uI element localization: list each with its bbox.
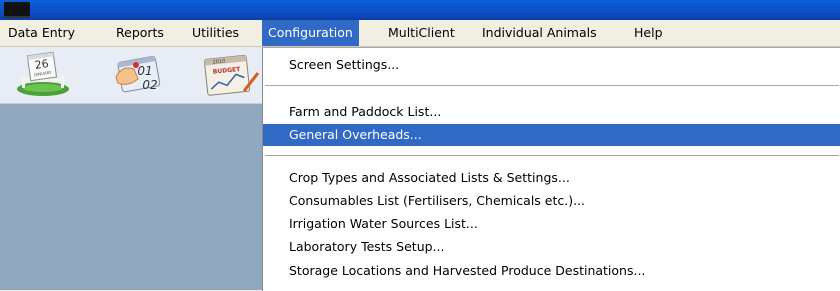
- svg-text:02: 02: [142, 78, 157, 92]
- menu-item-consumables-list[interactable]: Consumables List (Fertilisers, Chemicals…: [263, 190, 840, 212]
- menu-item-irrigation-water-sources[interactable]: Irrigation Water Sources List...: [263, 213, 840, 235]
- menu-reports[interactable]: Reports: [110, 20, 170, 46]
- title-bar: [0, 0, 840, 20]
- menu-multiclient[interactable]: MultiClient: [382, 20, 461, 46]
- budget-button[interactable]: 2010 BUDGET: [200, 51, 262, 99]
- app-icon: [4, 2, 30, 18]
- date-range-button[interactable]: 01 02: [108, 51, 170, 99]
- date-range-icon: 01 02: [115, 56, 161, 93]
- menu-configuration[interactable]: Configuration: [262, 20, 359, 46]
- menu-separator: [265, 85, 839, 86]
- menu-bar: Data Entry Reports Utilities Configurati…: [0, 20, 840, 47]
- budget-icon: 2010 BUDGET: [203, 54, 260, 96]
- svg-text:01: 01: [137, 64, 152, 78]
- menu-individual-animals[interactable]: Individual Animals: [476, 20, 603, 46]
- menu-item-screen-settings[interactable]: Screen Settings...: [263, 54, 840, 76]
- configuration-dropdown: Screen Settings... Farm and Paddock List…: [262, 47, 840, 291]
- menu-help[interactable]: Help: [628, 20, 669, 46]
- calendar-farm-button[interactable]: 26 JANUARY: [12, 51, 74, 99]
- side-panel: [0, 104, 264, 290]
- menu-separator: [265, 155, 839, 156]
- menu-item-farm-and-paddock-list[interactable]: Farm and Paddock List...: [263, 101, 840, 123]
- menu-data-entry[interactable]: Data Entry: [2, 20, 81, 46]
- menu-item-general-overheads[interactable]: General Overheads...: [263, 124, 840, 146]
- calendar-farm-icon: 26 JANUARY: [17, 51, 69, 96]
- menu-item-laboratory-tests-setup[interactable]: Laboratory Tests Setup...: [263, 236, 840, 258]
- toolbar: 26 JANUARY 01 02 2010 BUDGET: [0, 47, 264, 104]
- menu-item-storage-locations[interactable]: Storage Locations and Harvested Produce …: [263, 260, 840, 282]
- menu-utilities[interactable]: Utilities: [186, 20, 245, 46]
- menu-item-crop-types[interactable]: Crop Types and Associated Lists & Settin…: [263, 167, 840, 189]
